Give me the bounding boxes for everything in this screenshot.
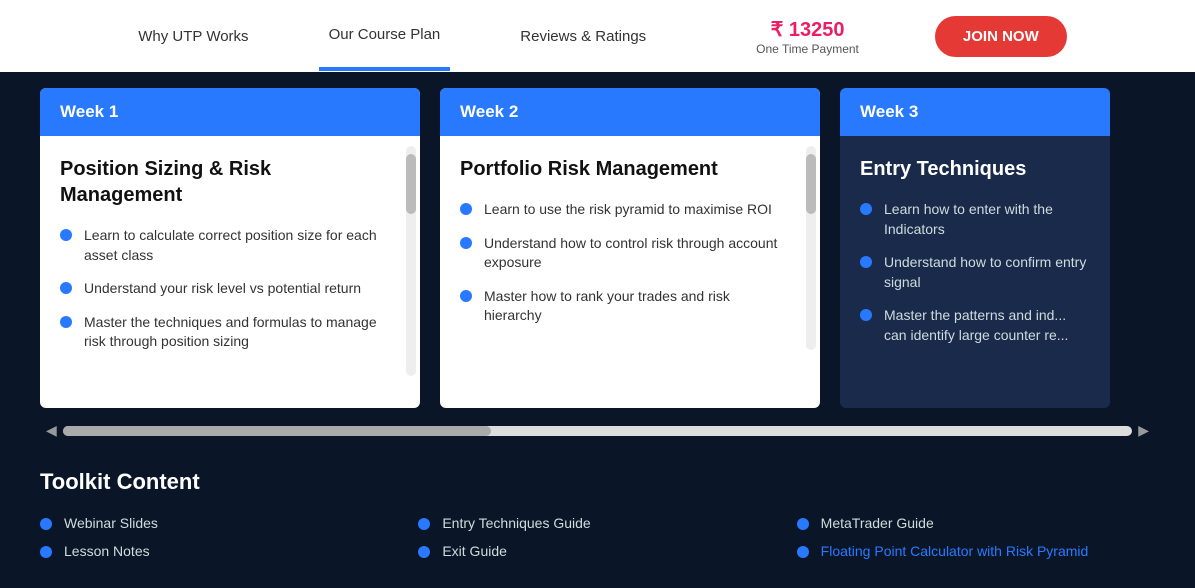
- price-amount: ₹ 13250: [771, 17, 845, 42]
- bullet-icon: [40, 546, 52, 558]
- join-now-button[interactable]: JOIN NOW: [935, 16, 1067, 57]
- week1-bullets: Learn to calculate correct position size…: [60, 226, 388, 352]
- week2-card: Week 2 Portfolio Risk Management Learn t…: [440, 88, 820, 408]
- bullet-icon: [418, 546, 430, 558]
- list-item: Learn to use the risk pyramid to maximis…: [460, 200, 788, 220]
- week3-bullets: Learn how to enter with the Indicators U…: [860, 200, 1090, 346]
- scroll-left-arrow[interactable]: ◀: [40, 422, 63, 439]
- list-item: Learn how to enter with the Indicators: [860, 200, 1090, 239]
- scroll-right-arrow[interactable]: ▶: [1132, 422, 1155, 439]
- list-item: Master how to rank your trades and risk …: [460, 287, 788, 326]
- bullet-icon: [860, 203, 872, 215]
- price-label: One Time Payment: [756, 42, 859, 56]
- nav-course-plan[interactable]: Our Course Plan: [319, 2, 451, 71]
- week3-card: Week 3 Entry Techniques Learn how to ent…: [840, 88, 1110, 408]
- bullet-icon: [797, 518, 809, 530]
- week1-header: Week 1: [40, 88, 420, 136]
- week2-header: Week 2: [440, 88, 820, 136]
- bullet-icon: [40, 518, 52, 530]
- horizontal-scrollbar[interactable]: ◀ ▶: [0, 418, 1195, 449]
- list-item: Understand your risk level vs potential …: [60, 279, 388, 299]
- bullet-icon: [797, 546, 809, 558]
- week1-title: Position Sizing & Risk Management: [60, 156, 388, 208]
- scrollbar-track[interactable]: [63, 426, 1132, 436]
- list-item: Understand how to confirm entry signal: [860, 253, 1090, 292]
- toolkit-item-2: MetaTrader Guide: [797, 515, 1155, 531]
- week3-header: Week 3: [840, 88, 1110, 136]
- navigation: Why UTP Works Our Course Plan Reviews & …: [0, 0, 1195, 72]
- week2-title: Portfolio Risk Management: [460, 156, 788, 182]
- toolkit-item-3: Lesson Notes: [40, 543, 398, 559]
- bullet-icon: [60, 282, 72, 294]
- bullet-icon: [860, 256, 872, 268]
- toolkit-item-1: Entry Techniques Guide: [418, 515, 776, 531]
- price-display: ₹ 13250 One Time Payment: [756, 17, 859, 56]
- toolkit-item-5: Floating Point Calculator with Risk Pyra…: [797, 543, 1155, 559]
- bullet-icon: [460, 237, 472, 249]
- bullet-icon: [460, 203, 472, 215]
- bullet-icon: [418, 518, 430, 530]
- toolkit-section: Toolkit Content Webinar Slides Entry Tec…: [0, 449, 1195, 579]
- toolkit-item-4: Exit Guide: [418, 543, 776, 559]
- week1-card: Week 1 Position Sizing & Risk Management…: [40, 88, 420, 408]
- week-cards-container: Week 1 Position Sizing & Risk Management…: [0, 72, 1195, 418]
- toolkit-title: Toolkit Content: [40, 469, 1155, 495]
- list-item: Master the techniques and formulas to ma…: [60, 313, 388, 352]
- list-item: Understand how to control risk through a…: [460, 234, 788, 273]
- list-item: Master the patterns and ind... can ident…: [860, 306, 1090, 345]
- bullet-icon: [60, 229, 72, 241]
- bullet-icon: [460, 290, 472, 302]
- nav-why-utp[interactable]: Why UTP Works: [128, 4, 258, 69]
- week3-title: Entry Techniques: [860, 156, 1090, 182]
- scrollbar-thumb[interactable]: [63, 426, 491, 436]
- list-item: Learn to calculate correct position size…: [60, 226, 388, 265]
- bullet-icon: [860, 309, 872, 321]
- bullet-icon: [60, 316, 72, 328]
- toolkit-item-0: Webinar Slides: [40, 515, 398, 531]
- nav-reviews[interactable]: Reviews & Ratings: [510, 4, 656, 69]
- toolkit-grid: Webinar Slides Entry Techniques Guide Me…: [40, 515, 1155, 559]
- week2-bullets: Learn to use the risk pyramid to maximis…: [460, 200, 788, 326]
